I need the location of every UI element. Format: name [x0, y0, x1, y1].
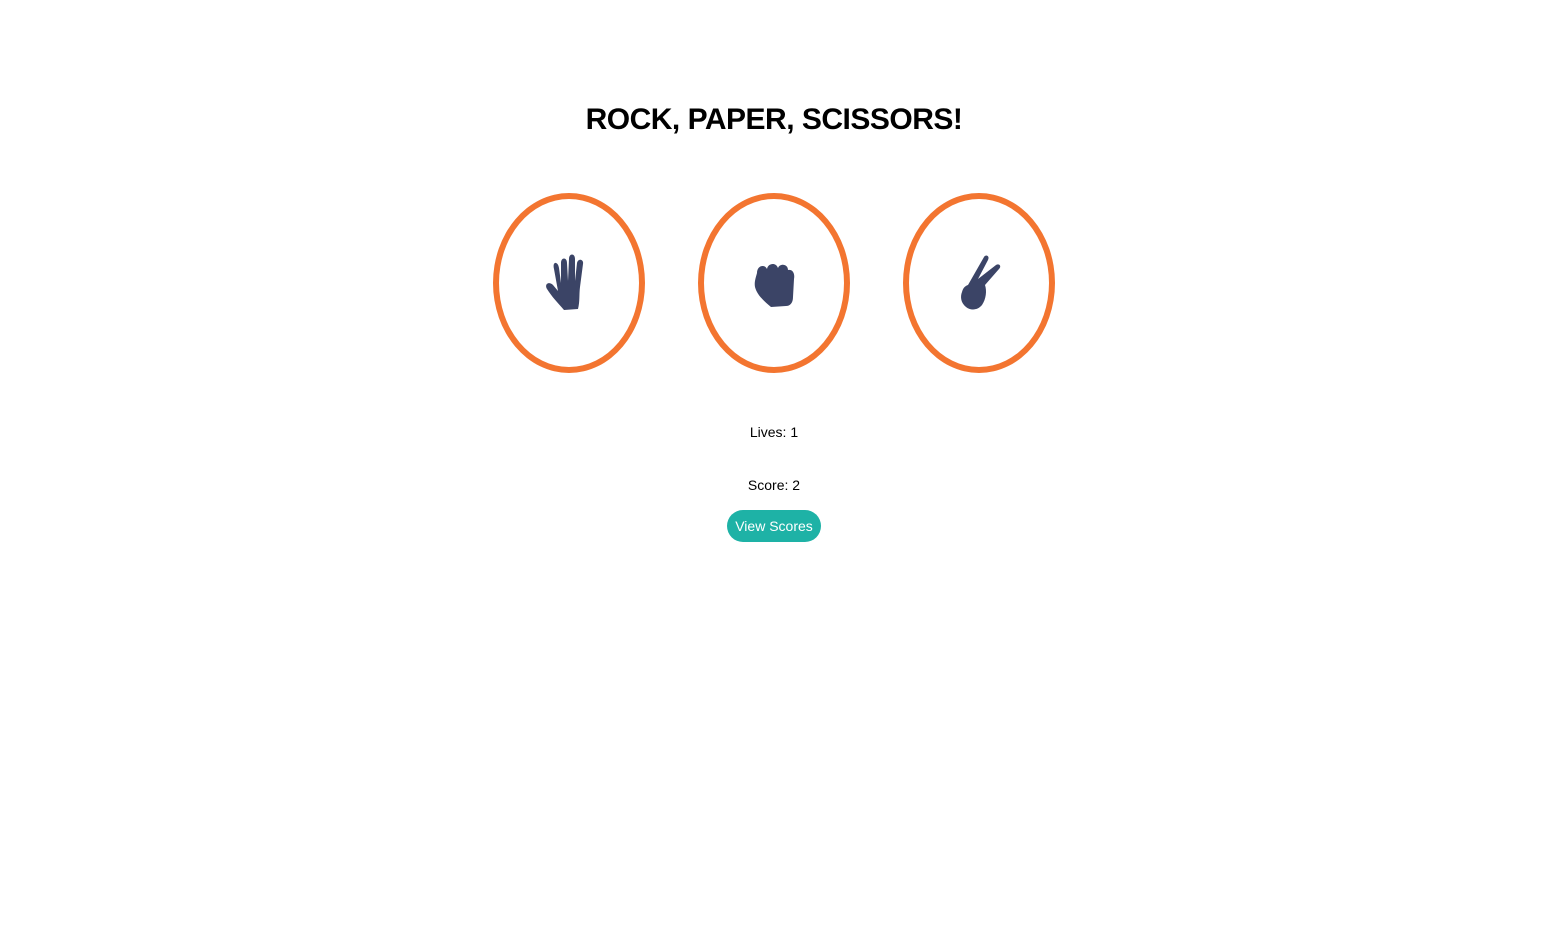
page-title: ROCK, PAPER, SCISSORS!	[585, 103, 963, 136]
view-scores-button[interactable]: View Scores	[727, 510, 821, 542]
choices-row	[0, 193, 1559, 373]
choice-paper-button[interactable]	[493, 193, 645, 373]
peace-hand-icon	[961, 255, 1001, 310]
choice-rock-button[interactable]	[698, 193, 850, 373]
open-hand-icon	[546, 254, 584, 310]
score-counter: Score: 2	[747, 477, 801, 493]
fist-icon	[754, 263, 795, 307]
lives-counter: Lives: 1	[749, 424, 799, 440]
choice-scissors-button[interactable]	[903, 193, 1055, 373]
